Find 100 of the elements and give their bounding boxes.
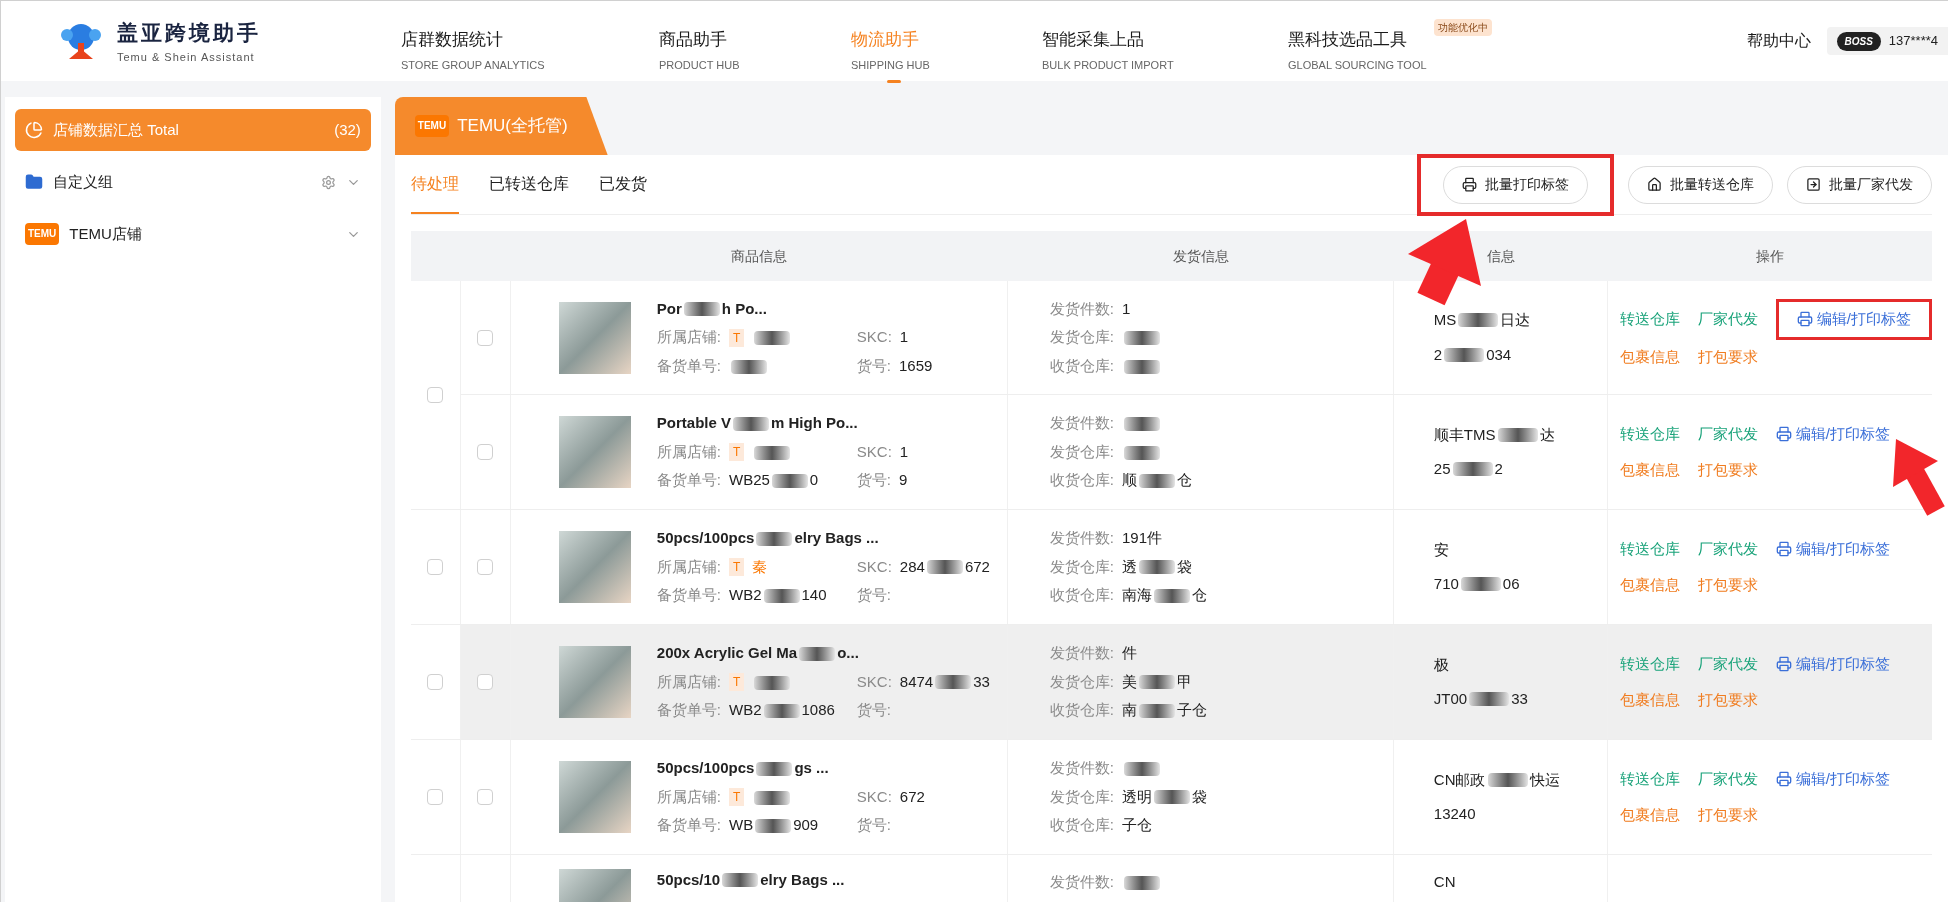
action-link[interactable]: 厂家代发 — [1697, 308, 1758, 331]
status-tab[interactable]: 待处理 — [410, 155, 459, 214]
print-label-link[interactable]: 编辑/打印标签 — [1775, 652, 1890, 675]
group-checkbox[interactable] — [427, 387, 444, 403]
mosaic-patch — [1124, 359, 1160, 374]
field-value: 140 — [801, 585, 827, 606]
help-link[interactable]: 帮助中心 — [1746, 29, 1811, 53]
action-link[interactable]: 包裹信息 — [1619, 574, 1680, 597]
temu-logo: TEMU — [25, 223, 60, 245]
field-value: 子仓 — [1122, 815, 1152, 836]
mosaic-patch — [1139, 560, 1175, 574]
mosaic-patch — [1139, 473, 1175, 488]
action-link[interactable]: 转送仓库 — [1619, 422, 1680, 445]
action-link[interactable]: 转送仓库 — [1619, 308, 1680, 331]
field-label: 发货件数: — [1049, 643, 1114, 664]
carrier-text: CN邮政 — [1433, 769, 1486, 790]
action-link[interactable]: 厂家代发 — [1697, 537, 1758, 560]
mosaic-patch — [1444, 347, 1485, 362]
field-label: 所属店铺: — [656, 786, 721, 807]
field-value: 甲 — [1177, 671, 1192, 692]
action-link[interactable]: 包裹信息 — [1619, 689, 1680, 712]
group-checkbox[interactable] — [427, 559, 444, 575]
action-link[interactable]: 打包要求 — [1697, 459, 1758, 482]
column-header: 商品信息 — [731, 246, 788, 266]
boss-badge: BOSS — [1836, 31, 1881, 51]
action-link[interactable]: 打包要求 — [1697, 345, 1758, 368]
product-title: Portable V — [656, 413, 731, 434]
nav-tab[interactable]: 智能采集上品 BULK PRODUCT IMPORT — [1042, 27, 1174, 81]
batch-action-button[interactable]: 批量转送仓库 — [1628, 165, 1773, 204]
field-label: 货号: — [856, 585, 891, 606]
product-title: elry Bags ... — [794, 528, 879, 549]
product-title: elry Bags ... — [760, 870, 845, 890]
row-checkbox[interactable] — [477, 674, 494, 690]
action-link[interactable]: 转送仓库 — [1619, 537, 1680, 560]
group-checkbox[interactable] — [427, 789, 444, 805]
action-link[interactable]: 转送仓库 — [1619, 652, 1680, 675]
mosaic-patch — [1124, 331, 1160, 346]
field-label: SKC: — [856, 786, 892, 807]
action-link[interactable]: 厂家代发 — [1697, 422, 1758, 445]
row-checkbox[interactable] — [477, 559, 494, 575]
print-label-link[interactable]: 编辑/打印标签 — [1775, 767, 1890, 790]
platform-tab[interactable]: TEMU TEMU(全托管) — [394, 97, 608, 155]
field-label: 发货件数: — [1049, 528, 1114, 549]
sidebar-item[interactable]: 自定义组 — [15, 161, 371, 203]
action-link[interactable]: 转送仓库 — [1619, 767, 1680, 790]
field-label: SKC: — [856, 671, 892, 692]
field-value: 秦 — [752, 556, 768, 577]
field-value: 袋 — [1177, 556, 1192, 577]
action-link[interactable]: 打包要求 — [1697, 804, 1758, 827]
tracking-number: 06 — [1502, 574, 1520, 594]
row-checkbox[interactable] — [477, 789, 494, 805]
folder-icon — [25, 173, 43, 191]
nav-tab[interactable]: 黑科技选品工具 GLOBAL SOURCING TOOL — [1288, 27, 1427, 81]
mosaic-patch — [1487, 772, 1528, 787]
action-link[interactable]: 包裹信息 — [1619, 804, 1680, 827]
status-tab[interactable]: 已转送仓库 — [488, 155, 569, 214]
mosaic-patch — [754, 445, 791, 460]
carrier-text: 日达 — [1500, 310, 1531, 330]
column-header: 信息 — [1486, 246, 1515, 266]
batch-action-button[interactable]: 批量打印标签 — [1443, 165, 1588, 204]
account-chip[interactable]: BOSS 137****4 — [1826, 27, 1948, 55]
field-value: WB2 — [729, 700, 762, 721]
field-value: 1 — [1122, 298, 1131, 319]
mosaic-patch — [1124, 445, 1160, 460]
print-label-link[interactable]: 编辑/打印标签 — [1796, 308, 1911, 331]
status-tab[interactable]: 已发货 — [598, 155, 647, 214]
row-checkbox[interactable] — [477, 444, 494, 460]
mosaic-patch — [763, 703, 800, 718]
action-link[interactable]: 打包要求 — [1697, 574, 1758, 597]
print-label-link[interactable]: 编辑/打印标签 — [1775, 537, 1890, 560]
field-value: 美 — [1122, 671, 1137, 692]
field-value: 仓 — [1192, 585, 1207, 606]
printer-icon — [1775, 655, 1792, 672]
action-link[interactable]: 厂家代发 — [1697, 652, 1758, 675]
mosaic-patch — [935, 675, 972, 689]
active-indicator — [887, 80, 901, 83]
field-value: WB — [729, 815, 754, 836]
product-title: m High Po... — [771, 413, 858, 434]
tracking-number: 2 — [1494, 459, 1503, 479]
sidebar-item[interactable]: TEMU TEMU店铺 — [15, 213, 371, 255]
action-link[interactable]: 包裹信息 — [1619, 459, 1680, 482]
nav-tab[interactable]: 物流助手 SHIPPING HUB — [851, 27, 930, 81]
action-link[interactable]: 包裹信息 — [1619, 345, 1680, 368]
sidebar-item[interactable]: 店铺数据汇总 Total (32) — [15, 109, 371, 151]
product-title: gs ... — [794, 758, 829, 779]
row-checkbox[interactable] — [477, 329, 494, 346]
mosaic-patch — [763, 588, 800, 603]
print-label-link[interactable]: 编辑/打印标签 — [1775, 422, 1890, 445]
nav-tab[interactable]: 店群数据统计 STORE GROUP ANALYTICS — [401, 27, 545, 81]
group-checkbox[interactable] — [427, 674, 444, 690]
mosaic-patch — [1460, 577, 1501, 592]
batch-action-button[interactable]: 批量厂家代发 — [1787, 165, 1932, 204]
nav-tab[interactable]: 商品助手 PRODUCT HUB — [659, 27, 740, 81]
field-value: 1086 — [801, 700, 835, 721]
carrier-text: 安 — [1433, 539, 1449, 560]
action-link[interactable]: 厂家代发 — [1697, 767, 1758, 790]
mosaic-patch — [733, 416, 769, 431]
mosaic-patch — [754, 331, 791, 346]
mosaic-patch — [756, 531, 793, 546]
action-link[interactable]: 打包要求 — [1697, 689, 1758, 712]
